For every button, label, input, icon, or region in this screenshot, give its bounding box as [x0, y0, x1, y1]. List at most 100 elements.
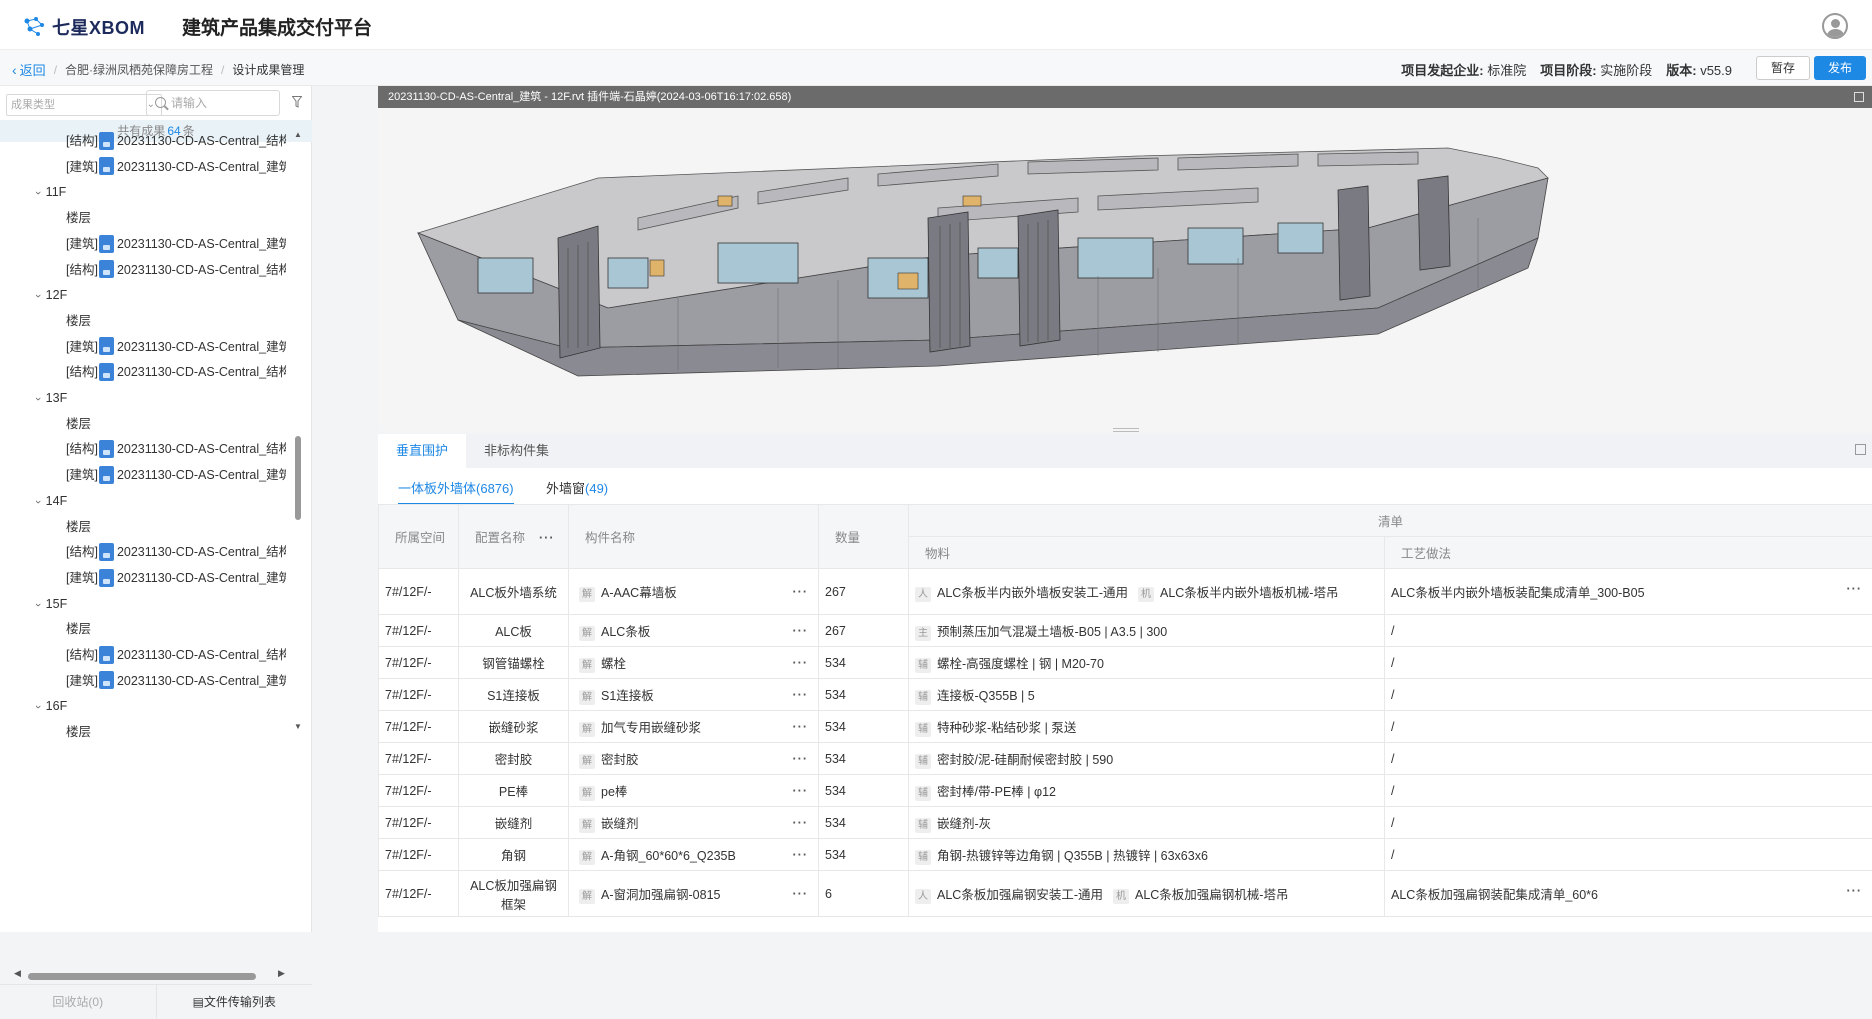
cell-process: / — [1385, 839, 1872, 871]
table-row[interactable]: 7#/12F/-ALC板加强扁钢框架解A-窗洞加强扁钢-0815···6人ALC… — [379, 871, 1872, 917]
viewer-tool-icon[interactable] — [1854, 92, 1864, 102]
horizontal-scrollbar[interactable] — [28, 973, 256, 980]
table-row[interactable]: 7#/12F/-ALC板解ALC条板···267主预制蒸压加气混凝土墙板-B05… — [379, 615, 1872, 647]
cell-material: 人ALC条板加强扁钢安装工-通用机ALC条板加强扁钢机械-塔吊 — [909, 871, 1385, 917]
more-icon[interactable]: ··· — [793, 720, 809, 734]
material-text: 螺栓-高强度螺栓 | 钢 | M20-70 — [937, 657, 1104, 671]
more-icon[interactable]: ··· — [793, 624, 809, 638]
more-icon[interactable]: ··· — [793, 656, 809, 670]
scroll-right-icon[interactable]: ▶ — [278, 968, 285, 979]
chevron-down-icon[interactable]: › — [36, 706, 51, 710]
tree-level-node[interactable]: 楼层 — [66, 205, 91, 231]
tree-floor-node[interactable]: ›15F — [36, 591, 67, 617]
tree-floor-node[interactable]: ›13F — [36, 385, 67, 411]
result-type-select[interactable]: 成果类型 ⌄ — [6, 94, 162, 116]
more-icon[interactable]: ··· — [793, 848, 809, 862]
decompose-tag: 解 — [579, 658, 595, 673]
rvt-file-icon — [99, 466, 114, 484]
decompose-tag: 解 — [579, 587, 595, 602]
cell-material: 主预制蒸压加气混凝土墙板-B05 | A3.5 | 300 — [909, 615, 1385, 647]
save-draft-button[interactable]: 暂存 — [1756, 56, 1810, 80]
fullscreen-icon[interactable] — [1855, 444, 1866, 455]
table-row[interactable]: 7#/12F/-ALC板外墙系统解A-AAC幕墙板···267人ALC条板半内嵌… — [379, 569, 1872, 615]
tree-file-item[interactable]: [建筑]20231130-CD-AS-Central_建筑 - 14F — [66, 565, 286, 591]
chevron-down-icon[interactable]: › — [36, 294, 51, 298]
chevron-down-icon[interactable]: › — [36, 603, 51, 607]
table-row[interactable]: 7#/12F/-S1连接板解S1连接板···534辅连接板-Q355B | 5/ — [379, 679, 1872, 711]
tree-file-item[interactable]: [结构]20231130-CD-AS-Central_结构 - 10F — [66, 128, 286, 154]
breadcrumb-project[interactable]: 合肥·绿洲凤栖苑保障房工程 — [65, 61, 213, 78]
col-list: 清单 — [909, 505, 1872, 537]
tab-integrated-wall[interactable]: 一体板外墙体(6876) — [398, 478, 514, 505]
tree-file-item[interactable]: [结构]20231130-CD-AS-Central_结构 - 14F — [66, 539, 286, 565]
more-icon[interactable]: ··· — [539, 531, 555, 545]
material-type-tag: 辅 — [915, 722, 931, 737]
chevron-down-icon[interactable]: › — [36, 500, 51, 504]
material-text: ALC条板半内嵌外墙板机械-塔吊 — [1160, 586, 1338, 600]
table-row[interactable]: 7#/12F/-PE棒解pe棒···534辅密封棒/带-PE棒 | φ12/ — [379, 775, 1872, 807]
tree-level-node[interactable]: 楼层 — [66, 514, 91, 540]
tree-file-item[interactable]: [结构]20231130-CD-AS-Central_结构 - 15F — [66, 642, 286, 668]
table-row[interactable]: 7#/12F/-嵌缝剂解嵌缝剂···534辅嵌缝剂-灰/ — [379, 807, 1872, 839]
breadcrumb-current: 设计成果管理 — [232, 61, 304, 78]
tree-floor-node[interactable]: ›14F — [36, 488, 67, 514]
more-icon[interactable]: ··· — [1847, 884, 1863, 898]
building-model-render[interactable] — [378, 108, 1872, 431]
vertical-scrollbar[interactable] — [295, 436, 301, 520]
filter-icon[interactable] — [292, 96, 302, 108]
tree-floor-node[interactable]: ›16F — [36, 693, 67, 719]
cell-material: 人ALC条板半内嵌外墙板安装工-通用机ALC条板半内嵌外墙板机械-塔吊 — [909, 569, 1385, 615]
cell-config: 角钢 — [459, 839, 569, 871]
publish-button[interactable]: 发布 — [1814, 56, 1866, 80]
tab-exterior-window[interactable]: 外墙窗(49) — [546, 478, 608, 497]
scroll-down-icon[interactable]: ▼ — [294, 722, 302, 731]
decompose-tag: 解 — [579, 889, 595, 904]
cell-material: 辅密封胶/泥-硅酮耐候密封胶 | 590 — [909, 743, 1385, 775]
recycle-bin-button[interactable]: 回收站(0) — [0, 985, 157, 1018]
tree-file-item[interactable]: [结构]20231130-CD-AS-Central_结构 - 12F — [66, 359, 286, 385]
chevron-down-icon[interactable]: › — [36, 192, 51, 196]
more-icon[interactable]: ··· — [793, 816, 809, 830]
cell-qty: 6 — [819, 871, 909, 917]
table-row[interactable]: 7#/12F/-钢管锚螺栓解螺栓···534辅螺栓-高强度螺栓 | 钢 | M2… — [379, 647, 1872, 679]
scroll-left-icon[interactable]: ◀ — [14, 968, 21, 979]
user-avatar-icon[interactable] — [1822, 13, 1848, 39]
tree-file-item[interactable]: [建筑]20231130-CD-AS-Central_建筑 - 12F — [66, 334, 286, 360]
more-icon[interactable]: ··· — [793, 752, 809, 766]
more-icon[interactable]: ··· — [793, 585, 809, 599]
chevron-down-icon[interactable]: › — [36, 397, 51, 401]
tree-file-item[interactable]: [建筑]20231130-CD-AS-Central_建筑 - 13F — [66, 462, 286, 488]
tree-file-item[interactable]: [建筑]20231130-CD-AS-Central_建筑 - 11F — [66, 231, 286, 257]
more-icon[interactable]: ··· — [1847, 582, 1863, 596]
cell-config: 嵌缝砂浆 — [459, 711, 569, 743]
more-icon[interactable]: ··· — [793, 784, 809, 798]
table-row[interactable]: 7#/12F/-角钢解A-角钢_60*60*6_Q235B···534辅角钢-热… — [379, 839, 1872, 871]
tree-level-node[interactable]: 楼层 — [66, 411, 91, 437]
app-logo[interactable]: 七星XBOM — [22, 14, 145, 40]
model-viewer[interactable]: 20231130-CD-AS-Central_建筑 - 12F.rvt 插件端-… — [378, 86, 1872, 431]
table-row[interactable]: 7#/12F/-嵌缝砂浆解加气专用嵌缝砂浆···534辅特种砂浆-粘结砂浆 | … — [379, 711, 1872, 743]
search-input[interactable]: 请输入 — [146, 90, 280, 116]
tree-file-item[interactable]: [结构]20231130-CD-AS-Central_结构 - 11F — [66, 257, 286, 283]
tree-level-node[interactable]: 楼层 — [66, 616, 91, 642]
tree-level-node[interactable]: 楼层 — [66, 719, 91, 745]
tree-file-item[interactable]: [建筑]20231130-CD-AS-Central_建筑 - 10F — [66, 154, 286, 180]
scroll-up-icon[interactable]: ▲ — [294, 130, 302, 139]
more-icon[interactable]: ··· — [793, 688, 809, 702]
table-row[interactable]: 7#/12F/-密封胶解密封胶···534辅密封胶/泥-硅酮耐候密封胶 | 59… — [379, 743, 1872, 775]
tree-floor-node[interactable]: ›12F — [36, 282, 67, 308]
tree-floor-node[interactable]: ›11F — [36, 179, 66, 205]
tree-level-node[interactable]: 楼层 — [66, 308, 91, 334]
tree-file-item[interactable]: [建筑]20231130-CD-AS-Central_建筑 - 15F — [66, 668, 286, 694]
tab-nonstandard-components[interactable]: 非标构件集 — [484, 434, 549, 468]
cell-space: 7#/12F/- — [379, 679, 459, 711]
back-button[interactable]: ‹ 返回 — [12, 60, 46, 79]
tab-vertical-enclosure[interactable]: 垂直围护 — [378, 434, 466, 468]
more-icon[interactable]: ··· — [793, 887, 809, 901]
file-icon: ▤ — [193, 995, 204, 1009]
file-transfer-button[interactable]: ▤文件传输列表 — [157, 985, 313, 1018]
tree-file-item[interactable]: [结构]20231130-CD-AS-Central_结构 - 13F — [66, 436, 286, 462]
cell-qty: 267 — [819, 569, 909, 615]
cell-component: 解嵌缝剂··· — [569, 807, 819, 839]
cell-space: 7#/12F/- — [379, 647, 459, 679]
